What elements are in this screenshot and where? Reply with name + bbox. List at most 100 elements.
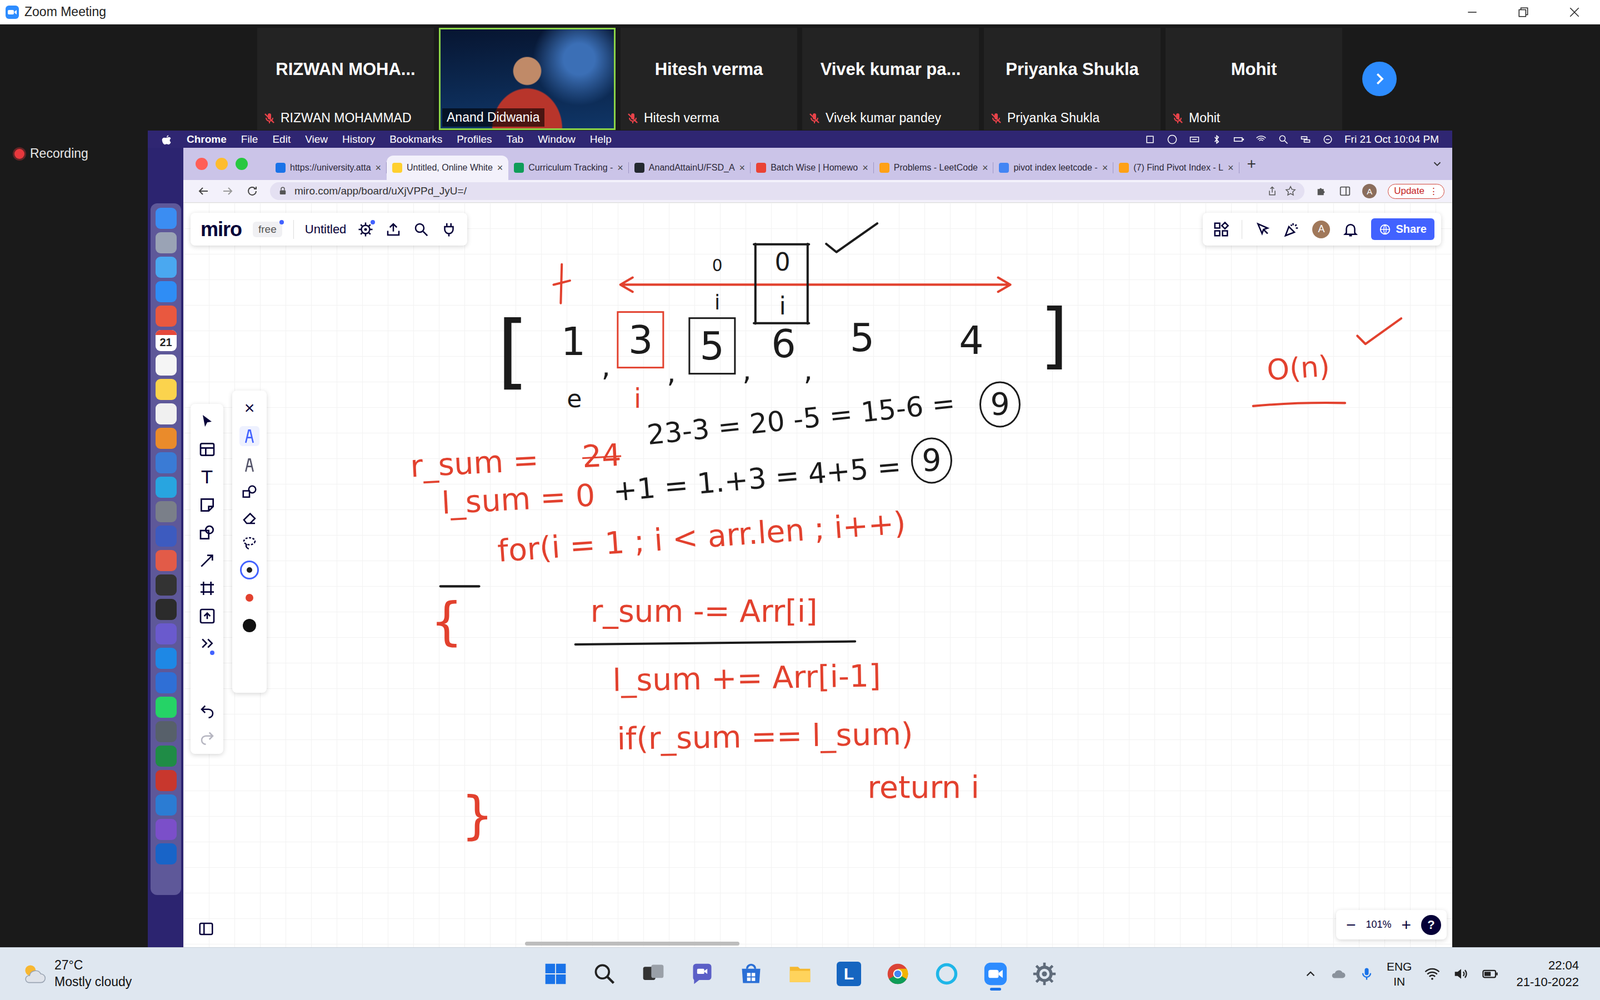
wifi-icon[interactable] (1423, 965, 1441, 983)
handwritten-mark[interactable]: 24 (581, 440, 623, 473)
dock-app-icon[interactable] (155, 476, 177, 498)
taskbar-app[interactable] (641, 957, 666, 991)
select-cursor-icon[interactable] (198, 412, 217, 431)
taskbar-app[interactable] (934, 957, 959, 991)
handwritten-mark[interactable]: , (742, 356, 752, 385)
status-icon[interactable] (1255, 133, 1267, 145)
weather-widget[interactable]: 27°CMostly cloudy (0, 957, 544, 991)
calendar-app-icon[interactable]: 21 (155, 330, 177, 352)
board-name[interactable]: Untitled (305, 222, 347, 237)
handwritten-mark[interactable]: 5 (850, 318, 875, 358)
next-page-button[interactable] (1362, 61, 1397, 97)
dock-app-icon[interactable] (155, 745, 177, 767)
plan-badge[interactable]: free (252, 221, 283, 238)
browser-tab[interactable]: Curriculum Tracking -× (508, 155, 629, 180)
pen-color-swatch[interactable] (240, 616, 259, 635)
cursor-arrow-icon[interactable] (1254, 221, 1272, 238)
menu-item[interactable]: Window (537, 133, 576, 146)
dock-app-icon[interactable] (155, 281, 177, 303)
settings-button[interactable] (357, 221, 374, 238)
export-upload-icon[interactable] (385, 221, 402, 238)
menu-item[interactable]: Tab (506, 133, 524, 146)
dock-app-icon[interactable] (155, 794, 177, 816)
undo-icon[interactable] (198, 701, 216, 719)
browser-tab[interactable]: pivot index leetcode -× (993, 155, 1114, 180)
zoom-out-button[interactable]: − (1346, 915, 1357, 935)
bell-icon[interactable] (1342, 221, 1359, 238)
dock-app-icon[interactable] (155, 623, 177, 645)
menu-app-name[interactable]: Chrome (186, 133, 227, 146)
participant-tile[interactable]: Vivek kumar pa...Vivek kumar pandey (802, 27, 979, 130)
handwritten-mark[interactable]: 9 (979, 381, 1021, 428)
menu-item[interactable]: File (241, 133, 259, 146)
handwritten-mark[interactable]: l_sum = 0 (440, 480, 596, 519)
status-icon[interactable] (1300, 133, 1312, 145)
dock-app-icon[interactable] (155, 770, 177, 792)
dock-app-icon[interactable] (155, 550, 177, 572)
pen-color-swatch[interactable] (240, 588, 259, 608)
handwritten-mark[interactable]: for(i = 1 ; i < arr.len ; i++) (496, 507, 907, 567)
side-panel-icon[interactable] (1338, 185, 1352, 198)
celebrate-icon[interactable] (1283, 221, 1300, 238)
dock-app-icon[interactable] (155, 574, 177, 596)
board-panel-icon[interactable] (197, 920, 215, 938)
share-button[interactable]: Share (1371, 218, 1435, 240)
menu-item[interactable]: View (305, 133, 328, 146)
handwritten-mark[interactable]: 0 (775, 250, 791, 275)
browser-tab[interactable]: Problems - LeetCode× (873, 155, 994, 180)
onedrive-cloud-icon[interactable] (1330, 965, 1347, 983)
handwritten-mark[interactable]: , (666, 358, 676, 387)
input-language[interactable]: ENGIN (1386, 958, 1413, 990)
menu-item[interactable]: Bookmarks (389, 133, 443, 146)
pen-option[interactable] (239, 455, 260, 475)
status-icon[interactable] (1233, 133, 1245, 145)
speaker-icon[interactable] (1452, 965, 1470, 983)
frame-icon[interactable] (198, 579, 217, 598)
smart-drawing-icon[interactable] (241, 483, 258, 501)
pen-option[interactable] (239, 426, 260, 447)
zoom-in-button[interactable]: + (1401, 915, 1412, 935)
chevron-up-icon[interactable] (1303, 966, 1318, 982)
microphone-icon[interactable] (1358, 966, 1375, 982)
dock-app-icon[interactable] (155, 598, 177, 620)
taskbar-app[interactable] (885, 957, 910, 991)
browser-tab[interactable]: (7) Find Pivot Index - L× (1113, 155, 1239, 180)
handwritten-mark[interactable]: e (566, 386, 582, 412)
handwritten-mark[interactable]: 3 (617, 311, 665, 369)
profile-avatar[interactable]: A (1362, 183, 1377, 199)
dock-app-icon[interactable] (155, 305, 177, 327)
plugin-icon[interactable] (440, 221, 458, 238)
whiteboard-canvas[interactable]: [1,3,5,6,54]0i0ieir_sum =2423-3 = 20 -5 … (183, 202, 1453, 948)
tab-close-button[interactable]: × (375, 162, 382, 174)
status-icon[interactable] (1188, 133, 1200, 145)
dock-app-icon[interactable] (155, 696, 177, 718)
pen-color-swatch[interactable] (240, 560, 259, 580)
dock-app-icon[interactable] (155, 378, 177, 400)
handwritten-mark[interactable]: i (714, 292, 720, 314)
menu-item[interactable]: Profiles (456, 133, 492, 146)
tab-close-button[interactable]: × (1102, 162, 1109, 174)
tab-close-button[interactable]: × (1227, 162, 1234, 174)
browser-tab[interactable]: AnandAttainU/FSD_A× (628, 155, 751, 180)
status-icon[interactable] (1166, 133, 1178, 145)
close-button[interactable] (1548, 0, 1600, 24)
handwritten-mark[interactable]: return i (867, 772, 980, 803)
participant-tile[interactable]: MohitMohit (1165, 27, 1343, 130)
dock-app-icon[interactable] (155, 525, 177, 547)
taskbar-app[interactable] (543, 957, 568, 991)
taskbar-app[interactable] (592, 957, 617, 991)
dock-app-icon[interactable] (155, 354, 177, 376)
handwritten-mark[interactable]: 1 (561, 322, 586, 362)
handwritten-mark[interactable]: , (601, 352, 611, 381)
text-tool[interactable]: T (201, 468, 213, 487)
forward-arrow-icon[interactable] (221, 184, 235, 198)
handwritten-mark[interactable]: i (778, 293, 786, 319)
taskbar-app[interactable] (983, 957, 1008, 991)
zoom-level[interactable]: 101% (1365, 918, 1392, 931)
dock-app-icon[interactable] (155, 647, 177, 669)
menu-item[interactable]: History (342, 133, 375, 146)
handwritten-mark[interactable]: r_sum = (409, 445, 540, 483)
handwritten-mark[interactable]: 23-3 = 20 -5 = 15-6 = (645, 389, 957, 450)
handwritten-mark[interactable]: if(r_sum == l_sum) (617, 718, 914, 755)
handwritten-mark[interactable]: l_sum += Arr[i-1] (612, 660, 882, 697)
